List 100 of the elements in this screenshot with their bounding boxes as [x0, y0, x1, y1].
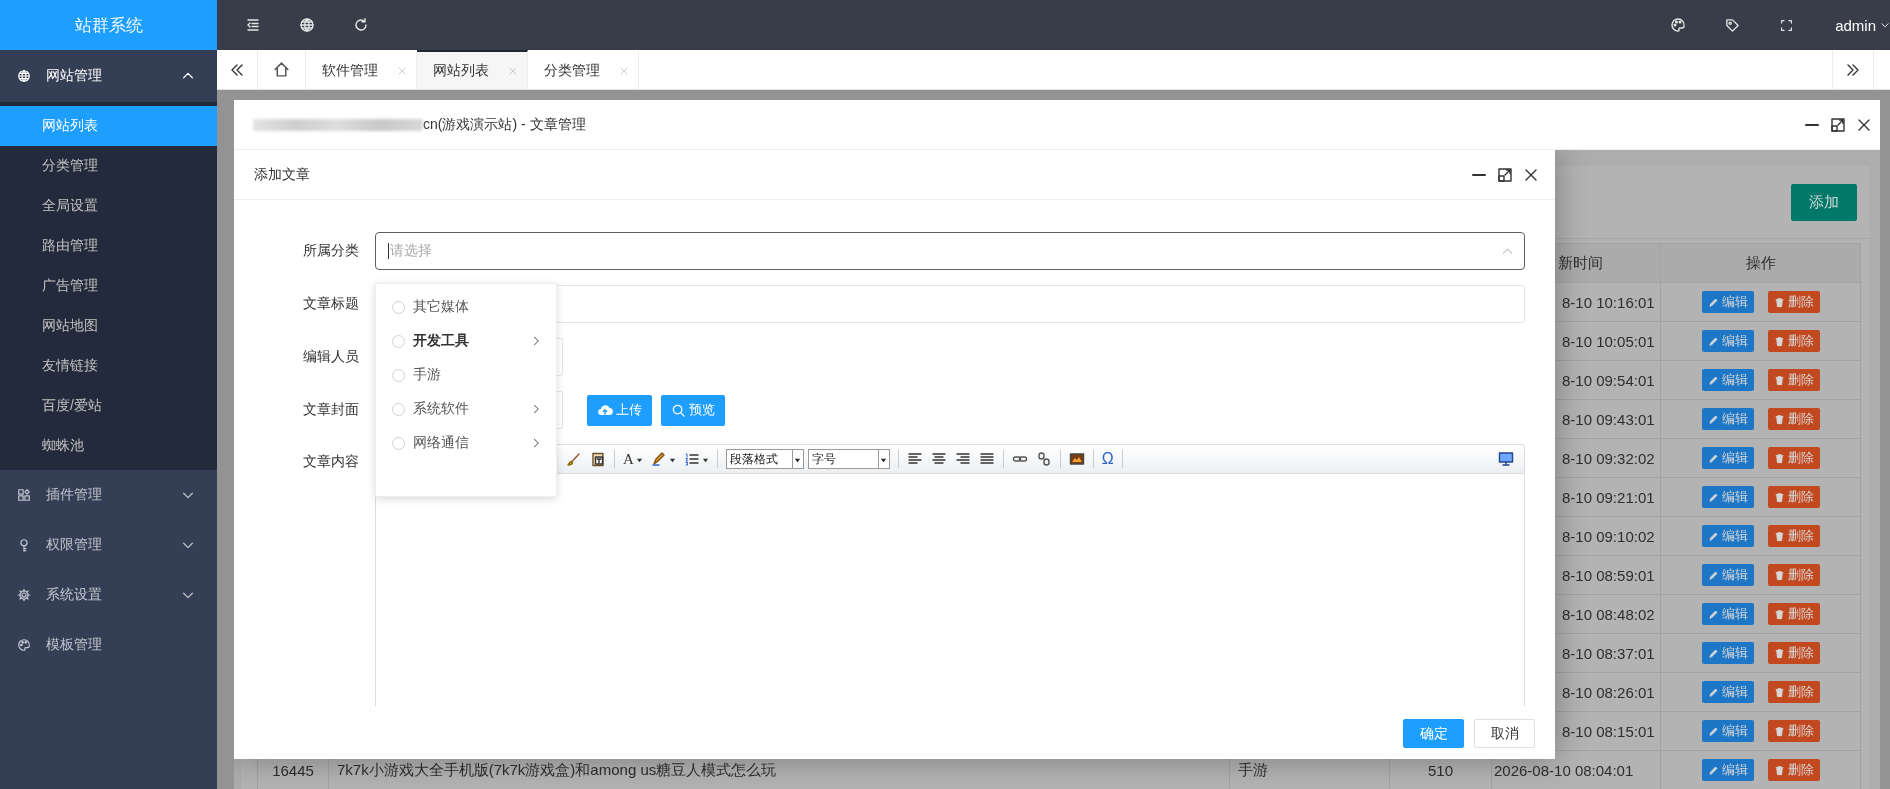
edit-button[interactable]: 编辑: [1701, 330, 1754, 352]
delete-button[interactable]: 删除: [1767, 603, 1820, 625]
preview-button[interactable]: 预览: [661, 394, 725, 426]
edit-button[interactable]: 编辑: [1701, 408, 1754, 430]
sidebar-item[interactable]: 路由管理: [0, 226, 217, 266]
scroll-right-button[interactable]: [1832, 50, 1874, 89]
edit-button[interactable]: 编辑: [1701, 447, 1754, 469]
monitor-icon[interactable]: [1498, 451, 1514, 467]
brush-icon[interactable]: [566, 451, 582, 467]
sidebar-group[interactable]: 权限管理: [0, 520, 217, 570]
trash-icon: [1773, 569, 1785, 581]
edit-button[interactable]: 编辑: [1701, 759, 1754, 781]
pencil-icon: [1707, 647, 1719, 659]
edit-button[interactable]: 编辑: [1701, 291, 1754, 313]
sidebar-item[interactable]: 广告管理: [0, 266, 217, 306]
sidebar-item[interactable]: 百度/爱站: [0, 386, 217, 426]
palette-icon: [1670, 17, 1687, 33]
edit-button[interactable]: 编辑: [1701, 642, 1754, 664]
select-field[interactable]: 请选择: [375, 232, 1525, 270]
field-label: 文章封面: [302, 401, 359, 419]
grid-icon: [17, 488, 31, 502]
font-color-button[interactable]: A: [623, 450, 643, 468]
pencil-icon: [1707, 686, 1719, 698]
user-menu[interactable]: admin: [1813, 0, 1890, 50]
edit-button[interactable]: 编辑: [1701, 603, 1754, 625]
special-character-button[interactable]: Ω: [1101, 450, 1114, 468]
delete-button[interactable]: 删除: [1767, 759, 1820, 781]
trash-icon: [1773, 413, 1785, 425]
delete-button[interactable]: 删除: [1767, 486, 1820, 508]
edit-button[interactable]: 编辑: [1701, 369, 1754, 391]
font-size-select[interactable]: 字号: [807, 449, 890, 469]
pencil-icon: [1707, 608, 1719, 620]
pencil-icon: [1707, 335, 1719, 347]
unlink-icon[interactable]: [1035, 451, 1052, 467]
key-icon: [17, 538, 31, 552]
marker-icon: [650, 451, 667, 467]
delete-button[interactable]: 删除: [1767, 681, 1820, 703]
sidebar-item[interactable]: 分类管理: [0, 146, 217, 186]
trash-icon: [1773, 452, 1785, 464]
refresh-icon: [353, 17, 369, 33]
dropdown-option[interactable]: 网络通信: [376, 426, 556, 460]
field-label: 编辑人员: [302, 348, 359, 366]
confirm-button[interactable]: 确定: [1403, 719, 1464, 748]
trash-icon: [1773, 764, 1785, 776]
sidebar-group[interactable]: 模板管理: [0, 620, 217, 670]
align-center-icon[interactable]: [930, 451, 947, 467]
pencil-icon: [1707, 764, 1719, 776]
window-title: cn(游戏演示站) - 文章管理: [423, 115, 586, 134]
dropdown-option[interactable]: 系统软件: [376, 392, 556, 426]
sidebar-item[interactable]: 全局设置: [0, 186, 217, 226]
cancel-button[interactable]: 取消: [1474, 719, 1535, 748]
align-right-icon[interactable]: [954, 451, 971, 467]
maximize-icon[interactable]: [1830, 116, 1846, 133]
gear-icon: [17, 588, 31, 602]
delete-button[interactable]: 删除: [1767, 408, 1820, 430]
list-button[interactable]: [683, 451, 709, 467]
sidebar-group[interactable]: 系统设置: [0, 570, 217, 620]
delete-button[interactable]: 删除: [1767, 330, 1820, 352]
maximize-icon[interactable]: [1497, 166, 1513, 183]
edit-button[interactable]: 编辑: [1701, 525, 1754, 547]
align-left-icon[interactable]: [906, 451, 923, 467]
sidebar-item[interactable]: 友情链接: [0, 346, 217, 386]
dropdown-option[interactable]: 手游: [376, 358, 556, 392]
globe-icon: [299, 17, 315, 33]
sidebar-group[interactable]: 网站管理: [0, 50, 217, 102]
sidebar-group[interactable]: 插件管理: [0, 470, 217, 520]
edit-button[interactable]: 编辑: [1701, 564, 1754, 586]
sidebar-item[interactable]: 蜘蛛池: [0, 426, 217, 466]
edit-button[interactable]: 编辑: [1701, 720, 1754, 742]
image-icon[interactable]: [1068, 451, 1085, 467]
edit-button[interactable]: 编辑: [1701, 681, 1754, 703]
chevron-down-icon: [1880, 20, 1890, 30]
paste-text-icon[interactable]: [590, 451, 606, 467]
trash-icon: [1773, 647, 1785, 659]
sidebar-item[interactable]: 网站地图: [0, 306, 217, 346]
pencil-icon: [1707, 491, 1719, 503]
tab[interactable]: 网站列表: [417, 50, 528, 89]
trash-icon: [1773, 725, 1785, 737]
delete-button[interactable]: 删除: [1767, 525, 1820, 547]
delete-button[interactable]: 删除: [1767, 720, 1820, 742]
delete-button[interactable]: 删除: [1767, 447, 1820, 469]
delete-button[interactable]: 删除: [1767, 564, 1820, 586]
upload-button[interactable]: 上传: [587, 394, 652, 426]
home-icon: [273, 61, 290, 78]
trash-icon: [1773, 608, 1785, 620]
tab[interactable]: 分类管理: [528, 50, 639, 89]
dropdown-option[interactable]: 其它媒体: [376, 290, 556, 324]
highlight-button[interactable]: [650, 451, 676, 467]
format-select[interactable]: 段落格式: [725, 449, 804, 469]
delete-button[interactable]: 删除: [1767, 642, 1820, 664]
delete-button[interactable]: 删除: [1767, 291, 1820, 313]
numbered-list-icon: [683, 451, 700, 467]
delete-button[interactable]: 删除: [1767, 369, 1820, 391]
add-button[interactable]: 添加: [1791, 183, 1857, 221]
field-label: 文章标题: [302, 295, 359, 313]
dropdown-option[interactable]: 开发工具: [376, 324, 556, 358]
sidebar-item[interactable]: 网站列表: [0, 106, 217, 146]
justify-icon[interactable]: [978, 451, 995, 467]
edit-button[interactable]: 编辑: [1701, 486, 1754, 508]
field-label: 文章内容: [302, 452, 359, 471]
